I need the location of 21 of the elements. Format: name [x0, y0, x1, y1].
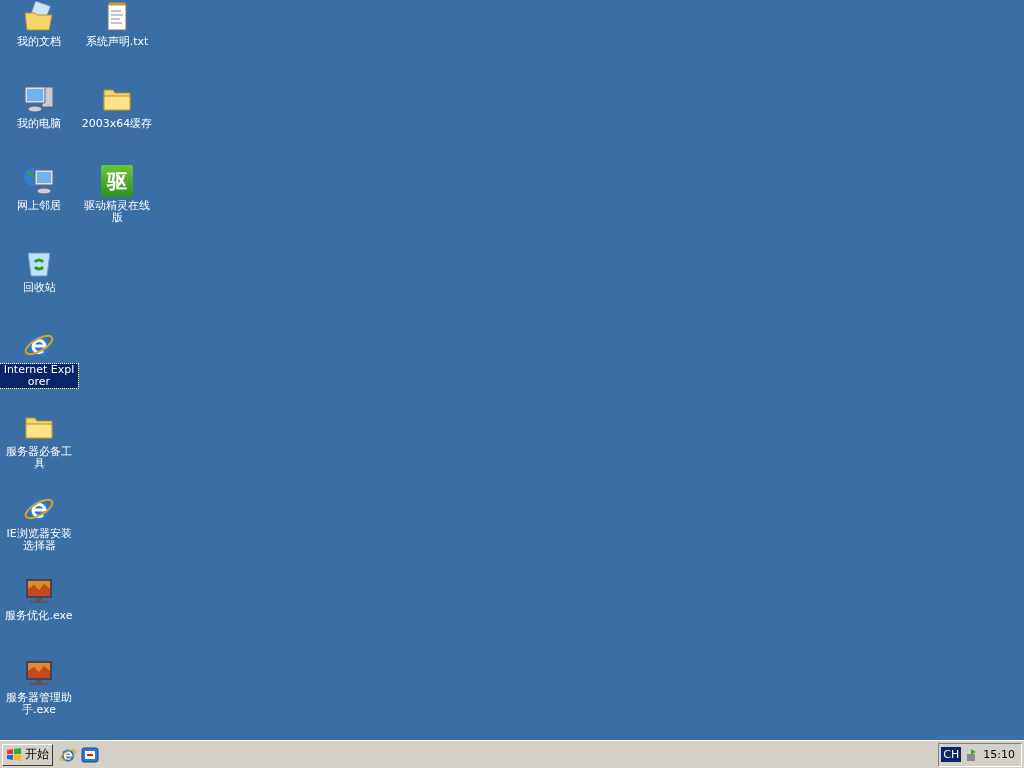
desktop-icon-label[interactable]: 我的文档 [16, 36, 62, 48]
globe-and-monitor-icon [23, 165, 55, 197]
app-tile-icon: 驱 [101, 165, 133, 197]
desktop-icon-label[interactable]: IE浏览器安装选择器 [0, 528, 78, 552]
computer-icon [23, 83, 55, 115]
desktop-icon-label[interactable]: 服务器管理助手.exe [0, 692, 78, 716]
desktop-icon-label[interactable]: 服务优化.exe [4, 610, 74, 622]
desktop-icon-label[interactable]: 回收站 [21, 282, 57, 294]
desktop-icon-label[interactable]: 2003x64缓存 [80, 118, 154, 130]
clock[interactable]: 15:10 [983, 748, 1015, 761]
desktop-icon-label[interactable]: Internet Explorer [0, 364, 78, 388]
windows-flag-icon [6, 747, 22, 762]
desktop-icon-label[interactable]: 服务器必备工具 [0, 446, 78, 470]
desktop-icon-label[interactable]: 驱动精灵在线版 [78, 200, 156, 224]
desktop-icon-label[interactable]: 网上邻居 [16, 200, 62, 212]
show-desktop-icon[interactable] [81, 745, 99, 764]
folder-with-papers-icon [23, 1, 55, 33]
desktop-icon-label[interactable]: 系统声明.txt [84, 36, 150, 48]
desktop-icon-label[interactable]: 我的电脑 [16, 118, 62, 130]
start-button[interactable]: 开始 [2, 743, 53, 766]
language-indicator[interactable]: CH [941, 747, 962, 762]
